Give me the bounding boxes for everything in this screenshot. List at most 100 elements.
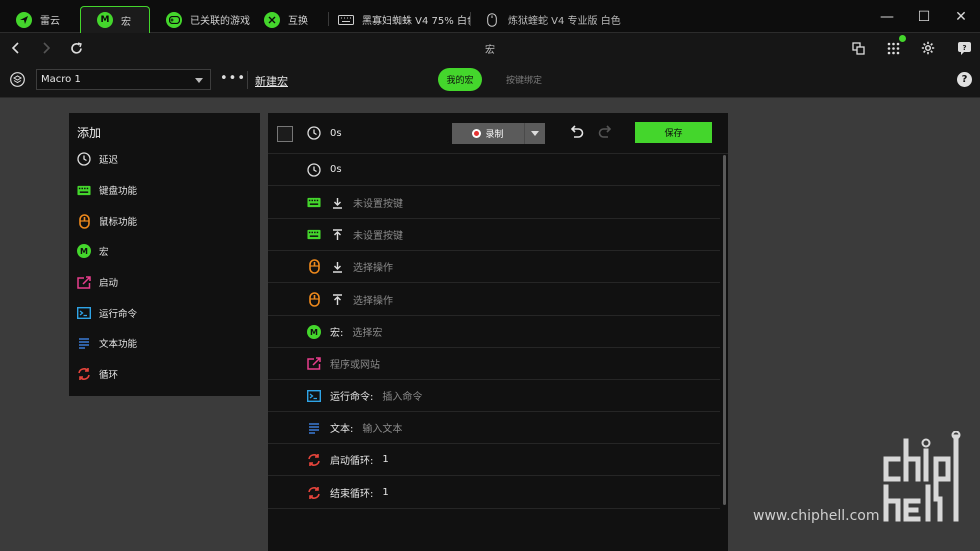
help-icon[interactable]: ?: [957, 72, 972, 87]
macro-row-text[interactable]: 文本: 输入文本: [268, 412, 720, 444]
add-item-label: 宏: [99, 247, 109, 258]
row-label: 0s: [330, 164, 342, 175]
add-item-run-command[interactable]: 运行命令: [77, 303, 137, 323]
record-button[interactable]: 录制: [452, 123, 524, 144]
row-hint[interactable]: 程序或网站: [330, 356, 380, 371]
tab-device-mouse[interactable]: 炼狱蝰蛇 V4 专业版 白色: [468, 6, 633, 33]
key-down-arrow-icon: [330, 260, 344, 274]
key-up-arrow-icon: [330, 228, 344, 242]
duration-value: 0s: [330, 127, 342, 139]
add-item-text[interactable]: 文本功能: [77, 333, 137, 353]
tab-label: 雷云: [40, 16, 60, 27]
clock-icon: [77, 152, 91, 166]
row-label: 宏:: [330, 328, 344, 339]
record-label: 录制: [485, 130, 504, 140]
macro-select[interactable]: Macro 1: [36, 69, 211, 90]
tab-linked-games[interactable]: 已关联的游戏: [150, 6, 254, 33]
add-item-label: 延迟: [99, 155, 119, 166]
key-down-arrow-icon: [330, 196, 344, 210]
macro-toolbar: Macro 1 ••• 新建宏 我的宏 按键绑定 ?: [0, 62, 980, 98]
add-item-delay[interactable]: 延迟: [77, 149, 118, 169]
row-label: 结束循环:: [330, 489, 374, 500]
add-item-loop[interactable]: 循环: [77, 364, 118, 384]
minimize-button[interactable]: —: [869, 6, 905, 28]
macro-row-run-command[interactable]: 运行命令: 插入命令: [268, 380, 720, 412]
row-hint[interactable]: 选择操作: [353, 259, 393, 274]
row-label: 启动循环:: [330, 456, 374, 467]
macro-row-launch[interactable]: 程序或网站: [268, 348, 720, 380]
macro-row-key-up[interactable]: 未设置按键: [268, 219, 720, 251]
nav-bar: 宏 ?: [0, 33, 980, 62]
add-item-label: 鼠标功能: [99, 217, 138, 228]
macro-row-loop-end[interactable]: 结束循环: 1: [268, 477, 720, 509]
row-hint[interactable]: 未设置按键: [353, 227, 403, 242]
row-hint[interactable]: 选择操作: [353, 292, 393, 307]
window-mode-icon[interactable]: [847, 37, 869, 59]
tab-label: 互换: [288, 16, 308, 27]
tab-my-macros[interactable]: 我的宏: [438, 68, 482, 91]
app-window: 雷云 M 宏 已关联的游戏 互换 黑寡妇蜘蛛 V4 75% 白色 炼狱蝰蛇 V4…: [0, 0, 980, 551]
tab-device-keyboard[interactable]: 黑寡妇蜘蛛 V4 75% 白色: [322, 6, 470, 33]
more-options-button[interactable]: •••: [220, 72, 246, 86]
text-icon: [77, 336, 91, 350]
macro-icon: M: [77, 244, 91, 258]
undo-icon[interactable]: [569, 123, 584, 142]
watermark-text: www.chiphell.com: [753, 508, 880, 524]
layers-icon[interactable]: [10, 72, 25, 90]
keyboard-icon: [307, 228, 321, 242]
macro-row-delay[interactable]: 0s: [268, 154, 720, 186]
macro-row-mouse-down[interactable]: 选择操作: [268, 251, 720, 283]
select-all-checkbox[interactable]: [277, 126, 293, 142]
mouse-icon: [307, 292, 321, 307]
row-hint[interactable]: 插入命令: [382, 388, 422, 403]
row-hint[interactable]: 未设置按键: [353, 195, 403, 210]
page-title: 宏: [485, 45, 495, 56]
new-macro-link[interactable]: 新建宏: [255, 73, 288, 89]
launch-icon: [77, 275, 91, 289]
keyboard-icon: [77, 183, 91, 197]
key-up-arrow-icon: [330, 293, 344, 307]
svg-text:M: M: [310, 328, 318, 337]
add-item-launch[interactable]: 启动: [77, 272, 118, 292]
tab-swap[interactable]: 互换: [248, 6, 328, 33]
tab-label: 炼狱蝰蛇 V4 专业版 白色: [508, 16, 621, 27]
row-hint[interactable]: 输入文本: [362, 420, 402, 435]
maximize-button[interactable]: ☐: [906, 6, 942, 28]
keyboard-icon: [338, 12, 354, 28]
tab-macro[interactable]: M 宏: [80, 6, 150, 33]
row-value[interactable]: 1: [382, 487, 388, 498]
record-options-button[interactable]: [524, 123, 545, 144]
tab-synapse[interactable]: 雷云: [0, 6, 78, 33]
macro-row-key-down[interactable]: 未设置按键: [268, 187, 720, 219]
launch-icon: [307, 357, 321, 371]
macro-row-mouse-up[interactable]: 选择操作: [268, 284, 720, 316]
support-icon[interactable]: ?: [953, 37, 975, 59]
mouse-icon: [77, 213, 91, 229]
row-value[interactable]: 1: [382, 454, 388, 465]
add-item-macro[interactable]: M 宏: [77, 241, 109, 261]
loop-icon: [77, 367, 91, 381]
macro-row-loop-start[interactable]: 启动循环: 1: [268, 444, 720, 476]
redo-icon[interactable]: [598, 123, 613, 142]
save-button[interactable]: 保存: [635, 122, 712, 143]
editor-scrollbar[interactable]: [723, 155, 726, 505]
divider: [247, 71, 248, 89]
gamepad-icon: [166, 11, 182, 28]
gear-icon[interactable]: [917, 37, 939, 59]
row-hint[interactable]: 选择宏: [352, 324, 382, 339]
tab-key-binding[interactable]: 按键绑定: [500, 68, 548, 91]
add-item-label: 运行命令: [99, 309, 138, 320]
terminal-icon: [77, 306, 91, 320]
notification-dot: [899, 35, 906, 42]
macro-icon: M: [97, 12, 113, 28]
add-item-keyboard[interactable]: 键盘功能: [77, 180, 137, 200]
add-item-mouse[interactable]: 鼠标功能: [77, 211, 137, 231]
macro-editor: 0s 录制 保存 0s 未设置按键 未设置按键 选择操作 选择操作 M 宏: 选…: [268, 113, 728, 551]
terminal-icon: [307, 389, 321, 403]
macro-row-macro[interactable]: M 宏: 选择宏: [268, 316, 720, 348]
loop-icon: [307, 453, 321, 467]
text-icon: [307, 421, 321, 435]
swap-icon: [264, 11, 280, 28]
close-button[interactable]: ✕: [943, 6, 979, 28]
chiphell-logo: [883, 431, 961, 522]
